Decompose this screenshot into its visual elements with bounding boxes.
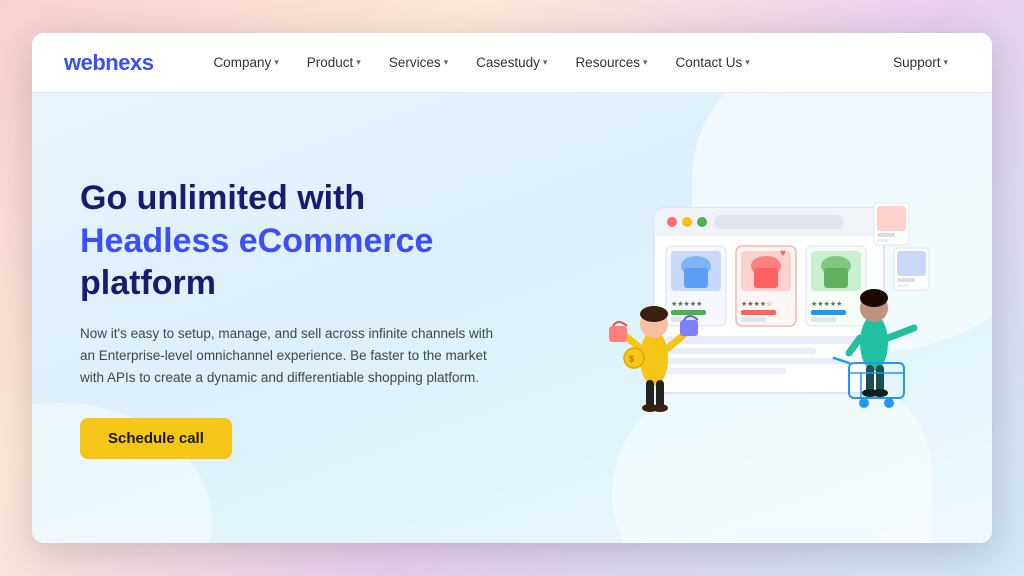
nav-label-services: Services xyxy=(389,55,441,70)
nav-label-contact: Contact Us xyxy=(676,55,743,70)
schedule-call-button[interactable]: Schedule call xyxy=(80,418,232,459)
svg-text:$: $ xyxy=(629,354,634,364)
hero-illustration: ★★★★★ ★★★★☆ ♥ ★★★★★ xyxy=(584,178,944,458)
nav-item-support[interactable]: Support ▾ xyxy=(881,47,960,78)
chevron-down-icon: ▾ xyxy=(643,57,648,68)
nav-item-contact[interactable]: Contact Us ▾ xyxy=(664,47,762,78)
hero-title: Go unlimited with Headless eCommerce pla… xyxy=(80,177,500,305)
svg-text:♥: ♥ xyxy=(780,248,786,259)
chevron-down-icon: ▾ xyxy=(745,57,750,68)
navbar: webnexs Company ▾ Product ▾ Services ▾ C… xyxy=(32,33,992,93)
hero-title-line1: Go unlimited with xyxy=(80,179,365,217)
nav-item-casestudy[interactable]: Casestudy ▾ xyxy=(464,47,559,78)
nav-item-resources[interactable]: Resources ▾ xyxy=(563,47,659,78)
nav-item-services[interactable]: Services ▾ xyxy=(377,47,460,78)
nav-label-casestudy: Casestudy xyxy=(476,55,540,70)
nav-links: Company ▾ Product ▾ Services ▾ Casestudy… xyxy=(201,47,881,78)
svg-text:★★★★★: ★★★★★ xyxy=(671,300,702,308)
nav-label-company: Company xyxy=(213,55,271,70)
chevron-down-icon: ▾ xyxy=(356,57,361,68)
nav-item-product[interactable]: Product ▾ xyxy=(295,47,373,78)
hero-section: Go unlimited with Headless eCommerce pla… xyxy=(32,93,992,543)
nav-label-product: Product xyxy=(307,55,354,70)
chevron-down-icon: ▾ xyxy=(543,57,548,68)
browser-window: webnexs Company ▾ Product ▾ Services ▾ C… xyxy=(32,33,992,543)
nav-item-company[interactable]: Company ▾ xyxy=(201,47,290,78)
chevron-down-icon: ▾ xyxy=(274,57,279,68)
svg-text:★★★★★: ★★★★★ xyxy=(811,300,842,308)
nav-label-support: Support xyxy=(893,55,940,70)
ecommerce-illustration: ★★★★★ ★★★★☆ ♥ ★★★★★ xyxy=(584,178,944,458)
svg-text:★★★★☆: ★★★★☆ xyxy=(741,300,772,308)
logo[interactable]: webnexs xyxy=(64,50,153,76)
hero-description: Now it's easy to setup, manage, and sell… xyxy=(80,323,500,390)
hero-title-line3: platform xyxy=(80,264,216,302)
nav-label-resources: Resources xyxy=(575,55,640,70)
hero-title-line2: Headless eCommerce xyxy=(80,222,433,260)
hero-content: Go unlimited with Headless eCommerce pla… xyxy=(80,177,500,458)
chevron-down-icon: ▾ xyxy=(444,57,449,68)
chevron-down-icon: ▾ xyxy=(943,57,948,68)
